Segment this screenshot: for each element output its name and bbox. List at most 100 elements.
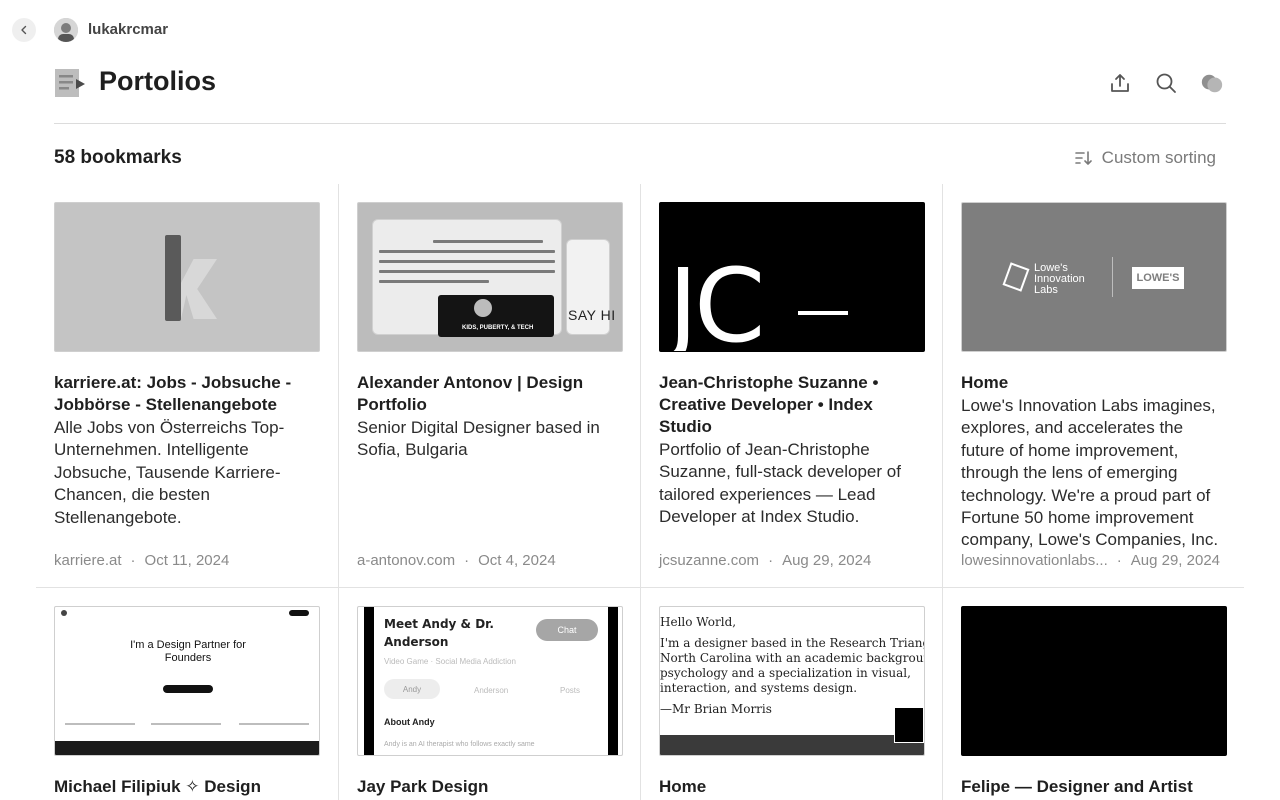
thumb-side-bar — [364, 607, 374, 755]
thumb-cta — [163, 685, 213, 693]
thumb-text-line: interaction, and systems design. — [660, 681, 858, 695]
meta-separator: · — [1116, 552, 1122, 569]
thumb-text-line: I'm a designer based in the Research Tri… — [660, 636, 924, 650]
bookmark-card-felipe[interactable]: Felipe — Designer and Artist — [942, 588, 1244, 800]
header-divider — [54, 123, 1226, 124]
bookmark-meta: a-antonov.com · Oct 4, 2024 — [357, 552, 556, 569]
bookmark-domain: a-antonov.com — [357, 552, 456, 569]
collection-icon — [54, 67, 86, 99]
bookmark-card-lowes[interactable]: Lowe's Innovation Labs LOWE'S Home Lowe'… — [942, 184, 1244, 587]
thumb-circle — [474, 299, 492, 317]
thumb-tab: Posts — [560, 686, 581, 695]
bookmark-domain: lowesinnovationlabs... — [961, 552, 1108, 569]
karriere-logo-arm — [181, 259, 217, 319]
bookmark-title: Alexander Antonov | Design Portfolio — [357, 373, 584, 414]
bookmark-card-brian-morris[interactable]: Hello World, I'm a designer based in the… — [640, 588, 942, 800]
chevron-left-icon — [21, 25, 27, 35]
sort-icon — [1074, 151, 1092, 165]
thumb-tab-active: Andy — [384, 679, 440, 699]
bookmark-date: Oct 4, 2024 — [478, 552, 556, 569]
bookmark-card-antonov[interactable]: KIDS, PUBERTY, & TECH SAY HI Alexander A… — [338, 184, 640, 587]
share-button[interactable] — [1108, 70, 1132, 96]
thumb-jc-text: JC — [668, 247, 765, 352]
bookmark-thumbnail — [961, 606, 1227, 756]
meta-separator: · — [130, 552, 136, 569]
bookmark-title: Home — [659, 777, 707, 796]
bookmark-card-jcsuzanne[interactable]: JC Jean-Christophe Suzanne • Creative De… — [640, 184, 942, 587]
thumb-text-line: North Carolina with an academic backgrou… — [660, 651, 925, 665]
bookmark-title: Jean-Christophe Suzanne • Creative Devel… — [659, 373, 879, 436]
thumb-line — [379, 270, 555, 273]
thumb-lowes-logo: LOWE'S — [1132, 267, 1184, 289]
bookmark-thumbnail: Hello World, I'm a designer based in the… — [659, 606, 925, 756]
bookmark-title: Home — [961, 373, 1009, 392]
thumb-subtitle: Video Game · Social Media Addiction — [384, 657, 516, 666]
thumb-lowes-labs-text: Lowe's Innovation Labs — [1034, 262, 1085, 296]
bookmark-thumbnail: Lowe's Innovation Labs LOWE'S — [961, 202, 1227, 352]
thumb-say-hi: SAY HI — [568, 307, 616, 323]
thumb-jc-dash — [798, 311, 848, 315]
thumb-body-text: Andy is an AI therapist who follows exac… — [384, 741, 535, 748]
bookmark-date: Oct 11, 2024 — [144, 552, 230, 569]
bookmark-card-jaypark[interactable]: Meet Andy & Dr. Anderson Chat Video Game… — [338, 588, 640, 800]
bookmark-title: karriere.at: Jobs - Jobsuche - Jobbörse … — [54, 373, 292, 414]
header-actions — [1108, 70, 1224, 96]
thumb-footer — [55, 741, 319, 755]
thumb-heading: I'm a Design Partner for Founders — [130, 639, 246, 664]
username[interactable]: lukakrcmar — [88, 21, 168, 38]
thumb-heading: Meet Andy & Dr. Anderson — [384, 617, 494, 649]
sort-button[interactable]: Custom sorting — [1074, 148, 1216, 168]
bookmark-card-karriere[interactable]: karriere.at: Jobs - Jobsuche - Jobbörse … — [36, 184, 338, 587]
bookmark-date: Aug 29, 2024 — [1130, 552, 1221, 569]
thumb-line — [379, 250, 555, 253]
search-button[interactable] — [1154, 70, 1178, 96]
thumb-side-bar — [608, 607, 618, 755]
karriere-logo-bar — [165, 235, 181, 321]
thumb-text-line: psychology and a specialization in visua… — [660, 666, 911, 680]
thumb-line — [239, 723, 309, 725]
search-icon — [1156, 73, 1176, 93]
meta-separator: · — [768, 552, 774, 569]
page-title: Portolios — [99, 66, 217, 96]
thumb-about-heading: About Andy — [384, 717, 435, 727]
bookmark-description: Lowe's Innovation Labs imagines, explore… — [961, 396, 1219, 550]
bookmark-title: Felipe — Designer and Artist — [961, 777, 1193, 796]
bookmark-thumbnail: KIDS, PUBERTY, & TECH SAY HI — [357, 202, 623, 352]
user-avatar-icon — [54, 18, 78, 42]
bookmark-title: Michael Filipiuk ✧ Design Partner — [54, 777, 261, 800]
bookmark-meta: karriere.at · Oct 11, 2024 — [54, 552, 229, 569]
bookmark-description: Senior Digital Designer based in Sofia, … — [357, 418, 600, 460]
bookmark-card-filipiuk[interactable]: I'm a Design Partner for Founders Michae… — [36, 588, 338, 800]
collaborators-icon — [1201, 74, 1223, 93]
back-button[interactable] — [12, 18, 36, 42]
lowes-labs-logo-icon — [1002, 262, 1030, 292]
bookmark-grid: karriere.at: Jobs - Jobsuche - Jobbörse … — [36, 184, 1244, 800]
bookmark-meta: jcsuzanne.com · Aug 29, 2024 — [659, 552, 871, 569]
thumb-tab: Anderson — [474, 686, 509, 695]
sort-label: Custom sorting — [1101, 148, 1216, 167]
meta-separator: · — [464, 552, 470, 569]
thumb-separator — [1112, 257, 1113, 297]
thumb-footer — [660, 735, 924, 755]
thumb-dark-text: KIDS, PUBERTY, & TECH — [462, 325, 534, 331]
thumb-line — [151, 723, 221, 725]
thumb-line — [433, 240, 543, 243]
thumb-line — [379, 260, 555, 263]
bookmark-thumbnail: JC — [659, 202, 925, 352]
bookmark-thumbnail — [54, 202, 320, 352]
bookmark-title: Jay Park Design — [357, 777, 489, 796]
thumb-chat-button: Chat — [536, 619, 598, 641]
thumb-nav — [55, 607, 319, 619]
bookmark-description: Alle Jobs von Österreichs Top-Unternehme… — [54, 418, 285, 527]
bookmark-meta: lowesinnovationlabs... · Aug 29, 2024 — [961, 552, 1220, 569]
thumb-text-line: —Mr Brian Morris — [660, 702, 772, 716]
bookmark-domain: jcsuzanne.com — [659, 552, 760, 569]
thumb-nav-pill — [289, 610, 309, 616]
avatar[interactable] — [54, 18, 78, 42]
bookmark-description: Portfolio of Jean-Christophe Suzanne, fu… — [659, 440, 901, 527]
thumb-text-block: Hello World, I'm a designer based in the… — [660, 615, 925, 717]
bookmark-thumbnail: Meet Andy & Dr. Anderson Chat Video Game… — [357, 606, 623, 756]
collaborators-button[interactable] — [1200, 70, 1224, 96]
thumb-box — [894, 707, 924, 743]
bookmark-thumbnail: I'm a Design Partner for Founders — [54, 606, 320, 756]
